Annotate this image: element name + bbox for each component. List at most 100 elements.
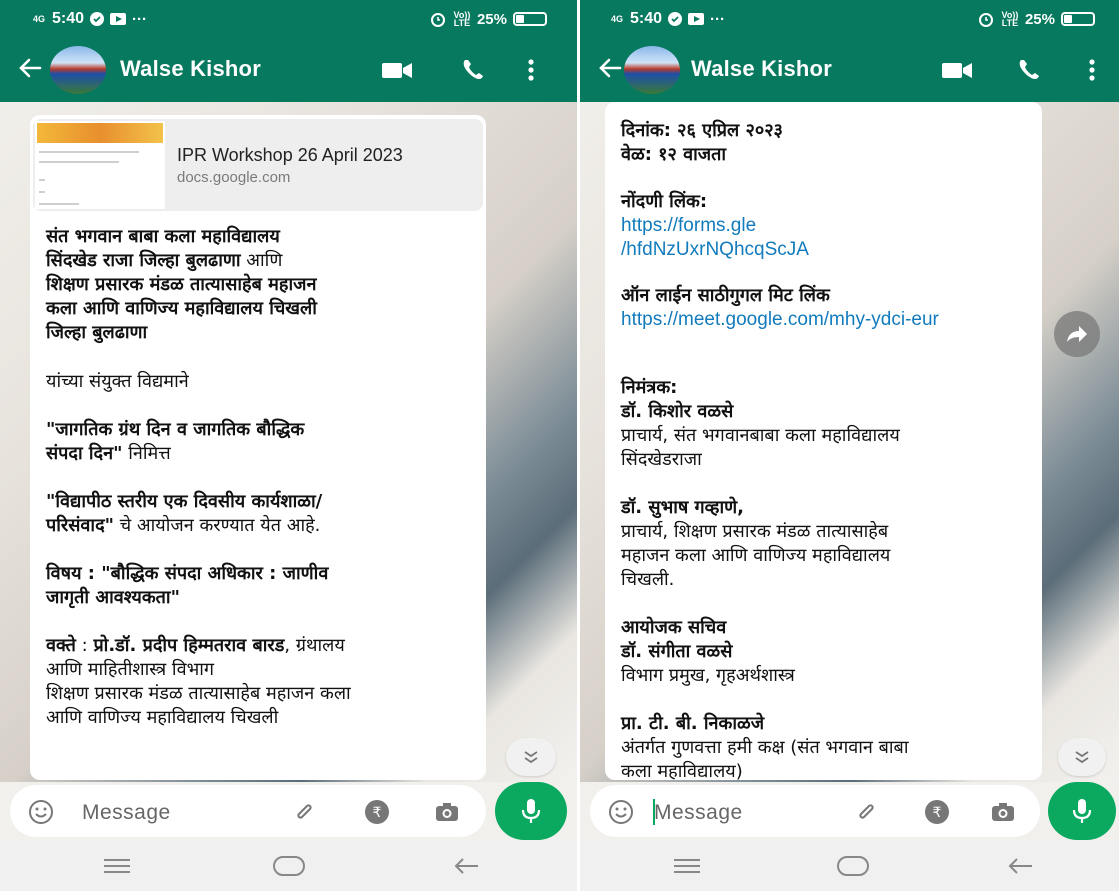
chat-screen-right: 4G 5:40 ··· Vo)) LTE 25% Walse Kishor दि… xyxy=(580,0,1119,891)
status-time: 5:40 xyxy=(630,10,663,27)
microphone-icon xyxy=(1072,799,1092,823)
battery-percent: 25% xyxy=(476,10,507,28)
message-line: प्राचार्य, शिक्षण प्रसारक मंडळ तात्यासाह… xyxy=(621,521,889,542)
message-line: प्रा. टी. बी. निकाळजे xyxy=(621,713,765,734)
message-placeholder: Message xyxy=(82,801,171,824)
check-circle-icon xyxy=(90,12,105,26)
message-bubble[interactable]: दिनांक: २६ एप्रिल २०२३ वेळ: १२ वाजता नों… xyxy=(605,102,1042,782)
back-arrow-icon[interactable] xyxy=(596,54,624,82)
link-preview-title: IPR Workshop 26 April 2023 xyxy=(177,145,403,165)
message-line: जागृती आवश्यकता" xyxy=(46,587,180,608)
message-line: विभाग प्रमुख, गृहअर्थशास्त्र xyxy=(621,665,795,686)
message-line: डॉ. संगीता वळसे xyxy=(621,641,733,662)
scroll-down-button[interactable] xyxy=(1058,738,1106,776)
emoji-icon[interactable] xyxy=(608,799,634,825)
message-line: कला महाविद्यालय) xyxy=(621,761,743,782)
message-line: आयोजक सचिव xyxy=(621,617,727,638)
status-more: ··· xyxy=(132,10,148,28)
message-input[interactable]: Message ₹ xyxy=(590,785,1040,837)
link-preview[interactable]: IPR Workshop 26 April 2023 docs.google.c… xyxy=(33,119,483,211)
message-line: डॉ. किशोर वळसे xyxy=(621,401,734,422)
message-line: परिसंवाद" चे आयोजन करण्यात येत आहे. xyxy=(46,515,321,536)
recent-apps-icon[interactable] xyxy=(670,854,704,878)
phone-call-icon[interactable] xyxy=(458,56,492,84)
camera-icon[interactable] xyxy=(990,799,1016,825)
status-time: 5:40 xyxy=(52,10,85,27)
message-input[interactable]: Message ₹ xyxy=(10,785,486,837)
composer: Message ₹ xyxy=(0,782,577,840)
nav-back-icon[interactable] xyxy=(1004,854,1038,878)
battery-percent: 25% xyxy=(1024,10,1055,28)
message-line: नोंदणी लिंक: xyxy=(621,191,708,212)
svg-text:₹: ₹ xyxy=(373,805,382,821)
contact-avatar[interactable] xyxy=(50,46,106,94)
video-play-icon xyxy=(688,13,705,25)
network-indicator: 4G xyxy=(32,14,45,24)
registration-link[interactable]: /hfdNzUxrNQhcqScJA xyxy=(621,238,809,262)
link-preview-url: docs.google.com xyxy=(177,169,291,186)
forward-button[interactable] xyxy=(1054,311,1100,357)
message-bubble[interactable]: IPR Workshop 26 April 2023 docs.google.c… xyxy=(30,115,486,780)
message-line: वक्ते : प्रो.डॉ. प्रदीप हिम्मतराव बारड, … xyxy=(46,635,345,656)
contact-name[interactable]: Walse Kishor xyxy=(120,56,261,82)
message-line: प्राचार्य, संत भगवानबाबा कला महाविद्यालय xyxy=(621,425,900,446)
nav-back-icon[interactable] xyxy=(450,854,484,878)
rupee-payment-icon[interactable]: ₹ xyxy=(924,799,950,825)
chat-app-bar: Walse Kishor xyxy=(0,38,577,102)
back-arrow-icon[interactable] xyxy=(16,54,44,82)
message-line: शिक्षण प्रसारक मंडळ तात्यासाहेब महाजन कल… xyxy=(46,683,351,704)
video-call-icon[interactable] xyxy=(940,56,974,84)
voice-message-button[interactable] xyxy=(495,782,567,840)
message-placeholder: Message xyxy=(654,801,743,824)
message-line: "विद्यापीठ स्तरीय एक दिवसीय कार्यशाळा/ xyxy=(46,491,323,512)
attach-icon[interactable] xyxy=(292,799,318,825)
battery-icon xyxy=(513,12,547,26)
message-line: चिखली. xyxy=(621,569,675,590)
microphone-icon xyxy=(521,799,541,823)
attach-icon[interactable] xyxy=(854,799,880,825)
message-line: संपदा दिन" निमित्त xyxy=(46,443,171,464)
battery-icon xyxy=(1061,12,1095,26)
camera-icon[interactable] xyxy=(434,799,460,825)
message-line: सिंदखेडराजा xyxy=(621,449,702,470)
voice-message-button[interactable] xyxy=(1048,782,1116,840)
contact-avatar[interactable] xyxy=(624,46,680,94)
message-line: दिनांक: २६ एप्रिल २०२३ xyxy=(621,120,783,141)
status-bar: 4G 5:40 ··· Vo)) LTE 25% xyxy=(580,0,1119,38)
home-icon[interactable] xyxy=(836,854,870,878)
message-line: निमंत्रक: xyxy=(621,377,678,398)
more-options-icon[interactable] xyxy=(1085,56,1099,84)
message-line: महाजन कला आणि वाणिज्य महाविद्यालय xyxy=(621,545,891,566)
message-line: आणि माहितीशास्त्र विभाग xyxy=(46,659,215,680)
double-chevron-down-icon xyxy=(524,751,538,764)
check-circle-icon xyxy=(668,12,683,26)
chat-app-bar: Walse Kishor xyxy=(580,38,1119,102)
volte-indicator: Vo)) LTE xyxy=(1001,10,1019,28)
phone-call-icon[interactable] xyxy=(1014,56,1048,84)
message-line: जिल्हा बुलढाणा xyxy=(46,322,148,343)
forward-arrow-icon xyxy=(1067,326,1087,342)
alarm-icon xyxy=(978,13,993,27)
video-call-icon[interactable] xyxy=(380,56,414,84)
message-line: ऑन लाईन साठीगुगल मिट लिंक xyxy=(621,285,830,306)
double-chevron-down-icon xyxy=(1075,751,1089,764)
emoji-icon[interactable] xyxy=(28,799,54,825)
message-line: आणि वाणिज्य महाविद्यालय चिखली xyxy=(46,707,279,728)
network-indicator: 4G xyxy=(610,14,623,24)
message-line: यांच्या संयुक्त विद्यमाने xyxy=(46,371,189,392)
alarm-icon xyxy=(430,13,445,27)
link-preview-thumbnail xyxy=(35,121,165,209)
rupee-payment-icon[interactable]: ₹ xyxy=(364,799,390,825)
system-nav-bar xyxy=(0,840,577,891)
registration-link[interactable]: https://forms.gle xyxy=(621,214,756,238)
meet-link[interactable]: https://meet.google.com/mhy-ydci-eur xyxy=(621,308,939,332)
message-line: "जागतिक ग्रंथ दिन व जागतिक बौद्धिक xyxy=(46,419,305,440)
scroll-down-button[interactable] xyxy=(506,738,556,776)
message-line: अंतर्गत गुणवत्ता हमी कक्ष (संत भगवान बाब… xyxy=(621,737,909,758)
more-options-icon[interactable] xyxy=(524,56,538,84)
app-header: 4G 5:40 ··· Vo)) LTE 25% Walse Kishor xyxy=(0,0,577,102)
system-nav-bar xyxy=(580,840,1119,891)
contact-name[interactable]: Walse Kishor xyxy=(691,56,832,82)
recent-apps-icon[interactable] xyxy=(100,854,134,878)
home-icon[interactable] xyxy=(272,854,306,878)
